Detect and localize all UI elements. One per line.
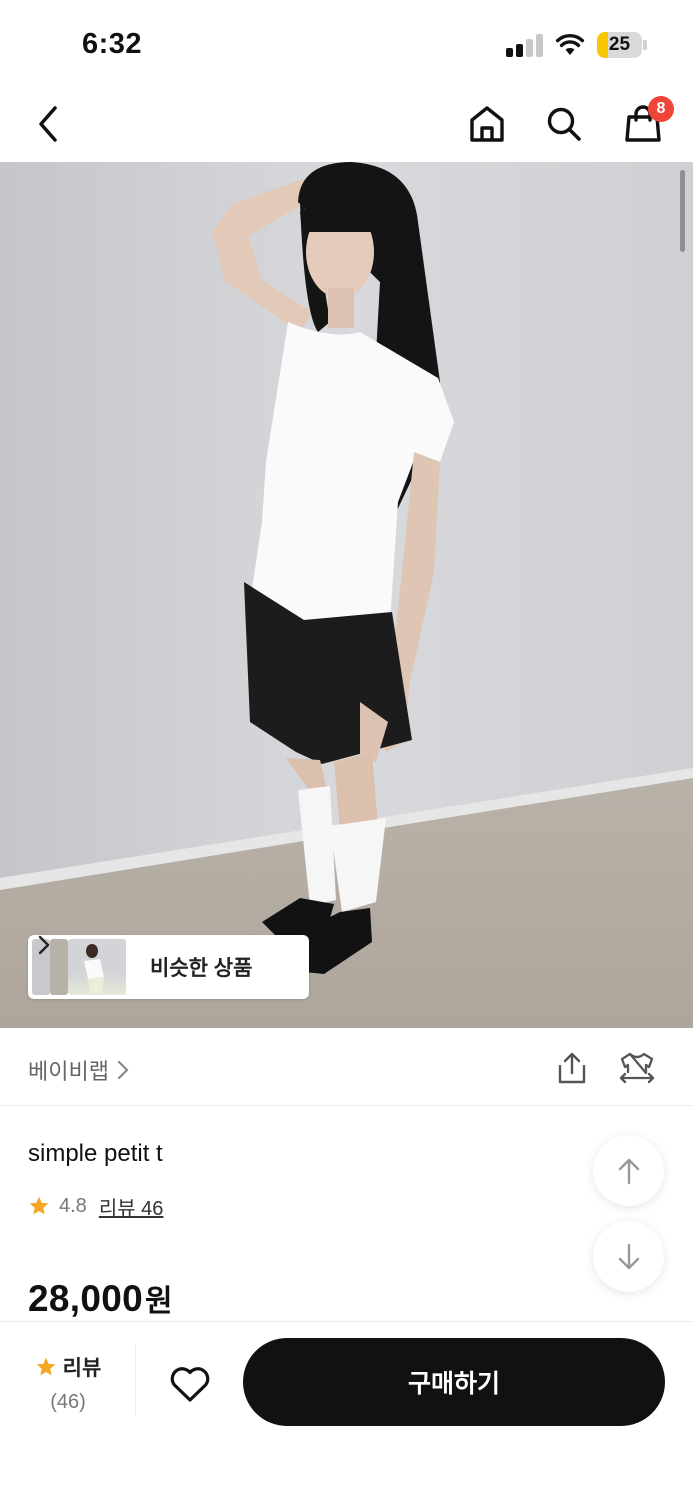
buy-button[interactable]: 구매하기 <box>243 1338 665 1426</box>
back-button[interactable] <box>20 86 76 162</box>
arrow-up-icon <box>618 1158 639 1184</box>
rating-row: 4.8 리뷰 46 <box>28 1192 163 1220</box>
product-title: simple petit t <box>28 1140 163 1167</box>
home-button[interactable] <box>459 86 515 162</box>
scroll-up-button[interactable] <box>593 1135 664 1206</box>
bottom-review-button[interactable]: 리뷰 (46) <box>28 1352 108 1414</box>
cart-button[interactable]: 8 <box>615 86 674 162</box>
image-scroll-indicator <box>680 170 685 252</box>
rating-value: 4.8 <box>59 1194 87 1217</box>
product-photo-illustration <box>0 162 693 1028</box>
heart-icon <box>170 1367 210 1402</box>
share-icon <box>558 1052 586 1084</box>
brand-row: 베이비랩 <box>0 1028 693 1106</box>
wifi-icon <box>555 32 585 56</box>
battery-icon: 25 <box>597 32 647 58</box>
bottom-action-bar: 리뷰 (46) 구매하기 <box>0 1321 693 1500</box>
arrow-down-icon <box>618 1243 639 1269</box>
search-icon <box>547 107 581 141</box>
price-amount: 28,000 <box>28 1278 143 1319</box>
similar-products-label: 비슷한 상품 <box>150 957 253 980</box>
share-button[interactable] <box>550 1046 594 1090</box>
back-arrow-icon <box>39 106 57 142</box>
divider <box>135 1344 136 1416</box>
bottom-review-count: (46) <box>50 1391 86 1413</box>
similar-products-button[interactable]: 비슷한 상품 <box>28 935 309 999</box>
price: 28,000원 <box>28 1276 173 1320</box>
product-image[interactable]: 비슷한 상품 <box>0 162 693 1028</box>
battery-level: 25 <box>608 34 631 55</box>
brand-link[interactable]: 베이비랩 <box>28 1054 129 1086</box>
chevron-right-icon <box>117 1060 129 1080</box>
top-nav: 8 <box>0 86 693 162</box>
status-bar: 6:32 25 <box>0 0 693 86</box>
price-currency: 원 <box>144 1285 173 1318</box>
brand-name: 베이비랩 <box>28 1059 109 1084</box>
cellular-signal-icon <box>506 33 544 57</box>
bottom-review-label: 리뷰 <box>62 1357 102 1380</box>
review-link[interactable]: 리뷰 46 <box>99 1192 164 1221</box>
star-icon <box>29 1196 49 1215</box>
home-icon <box>470 106 504 142</box>
star-icon <box>36 1357 56 1376</box>
scroll-down-button[interactable] <box>593 1221 664 1292</box>
wishlist-button[interactable] <box>162 1356 218 1412</box>
search-button[interactable] <box>536 86 592 162</box>
clothes-fitting-icon <box>619 1052 655 1084</box>
fitting-button[interactable] <box>615 1046 659 1090</box>
cart-count-badge: 8 <box>648 96 674 122</box>
status-time: 6:32 <box>82 28 143 60</box>
chevron-right-icon <box>38 935 50 955</box>
